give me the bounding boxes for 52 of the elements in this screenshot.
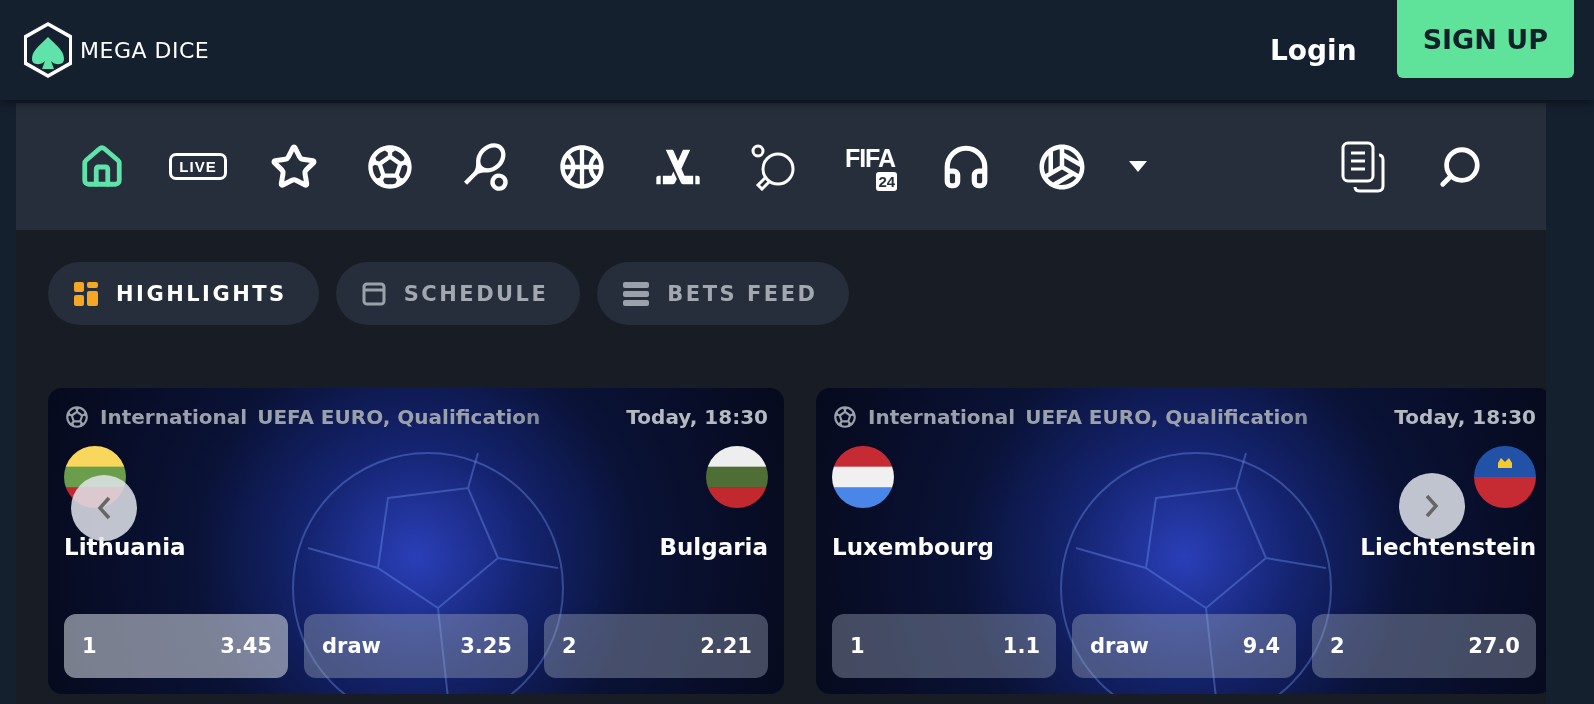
team-name: Lithuania — [64, 534, 186, 560]
login-link[interactable]: Login — [1269, 33, 1357, 67]
odds-value: 2.21 — [700, 634, 752, 658]
sport-nav-button[interactable]: FIFA 24 — [822, 134, 918, 199]
odds-label: draw — [322, 634, 381, 658]
caret-icon — [1129, 161, 1147, 172]
odds-button[interactable]: draw 3.25 — [304, 614, 528, 678]
match-category: International — [868, 405, 1016, 429]
team-name: Liechtenstein — [1360, 534, 1536, 560]
odds-label: 1 — [850, 634, 865, 658]
odds-label: 1 — [82, 634, 97, 658]
home-icon — [79, 143, 125, 190]
fifa-logo: FIFA 24 — [844, 144, 896, 189]
odds-button[interactable]: 1 1.1 — [832, 614, 1056, 678]
odds-value: 27.0 — [1468, 634, 1520, 658]
grid-icon — [74, 281, 98, 306]
sign-up-button[interactable]: SIGN UP — [1396, 0, 1574, 78]
live-label: LIVE — [169, 153, 227, 180]
logo-text: MEGA DICE — [80, 37, 210, 63]
sport-nav-button[interactable]: LIVE — [150, 134, 246, 199]
list-icon — [623, 281, 650, 306]
team-name: Luxembourg — [832, 534, 994, 560]
flag-icon — [706, 446, 768, 508]
team-name: Bulgaria — [659, 534, 768, 560]
odds-value: 9.4 — [1242, 634, 1280, 658]
calendar-icon — [361, 281, 386, 306]
odds-label: 2 — [562, 634, 577, 658]
match-category: International — [100, 405, 248, 429]
tab[interactable]: SCHEDULE — [335, 262, 581, 325]
match-time: Today, 18:30 — [1394, 405, 1536, 429]
documents-icon — [1341, 140, 1387, 193]
odds-button[interactable]: 2 27.0 — [1312, 614, 1536, 678]
odds-value: 1.1 — [1002, 634, 1040, 658]
league-name: UEFA EURO, Qualification — [257, 405, 542, 429]
flag-icon — [832, 446, 894, 508]
league-name: UEFA EURO, Qualification — [1025, 405, 1310, 429]
star-icon — [270, 142, 318, 191]
match-card[interactable]: International UEFA EURO, Qualification Today, 18:30 Luxembourg Liechtenstein 1 1.1 draw 9.4 2 27.0 — [816, 388, 1546, 694]
chevron-left-icon — [97, 496, 111, 520]
odds-label: draw — [1090, 634, 1149, 658]
match-time: Today, 18:30 — [626, 405, 768, 429]
odds-value: 3.45 — [220, 634, 272, 658]
match-card[interactable]: International UEFA EURO, Qualification Today, 18:30 Lithuania Bulgaria 1 3.45 draw 3.25 2 2.21 — [48, 388, 784, 694]
odds-button[interactable]: draw 9.4 — [1072, 614, 1296, 678]
odds-button[interactable]: 1 3.45 — [64, 614, 288, 678]
odds-label: 2 — [1330, 634, 1345, 658]
chevron-right-icon — [1425, 494, 1439, 518]
odds-button[interactable]: 2 2.21 — [544, 614, 768, 678]
tab[interactable]: BETS FEED — [597, 262, 850, 325]
odds-value: 3.25 — [460, 634, 512, 658]
flag-icon — [1474, 446, 1536, 508]
tab[interactable]: HIGHLIGHTS — [48, 262, 319, 325]
